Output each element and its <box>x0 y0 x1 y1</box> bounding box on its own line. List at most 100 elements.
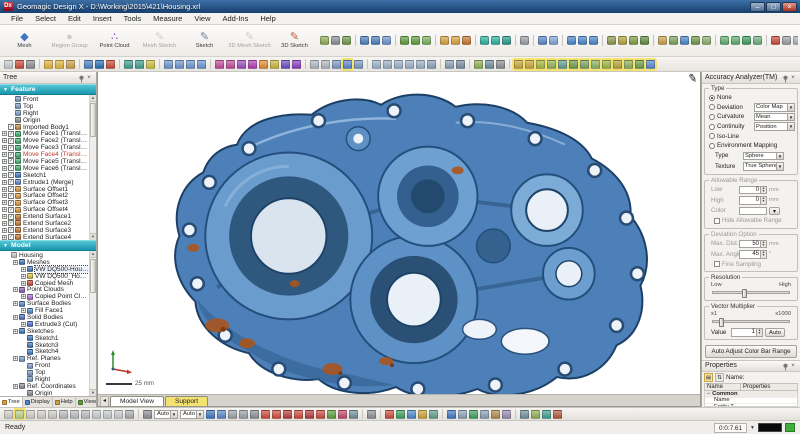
expand-icon[interactable] <box>2 193 7 199</box>
tool-icon[interactable] <box>474 59 483 69</box>
expand-icon[interactable] <box>2 179 7 185</box>
tool-icon[interactable] <box>26 409 35 419</box>
tool-icon[interactable] <box>321 59 330 69</box>
tool-icon[interactable] <box>92 409 101 419</box>
ribbon-big-button[interactable]: ✎ 3D Sketch <box>272 26 317 56</box>
tool-icon[interactable] <box>422 36 431 45</box>
tool-icon[interactable] <box>294 409 303 419</box>
ribbon-big-button[interactable]: ◆ Mesh <box>2 26 47 56</box>
radio-button[interactable] <box>709 123 715 130</box>
chevron-down-icon[interactable]: ▼ <box>196 410 203 418</box>
tool-icon[interactable] <box>383 59 392 69</box>
tool-icon[interactable] <box>607 36 616 45</box>
chevron-down-icon[interactable]: ▼ <box>750 425 755 431</box>
chevron-down-icon[interactable]: ▼ <box>787 104 794 111</box>
tool-icon[interactable] <box>283 409 292 419</box>
tool-icon[interactable] <box>405 59 414 69</box>
tool-icon[interactable] <box>367 59 368 69</box>
value-input[interactable]: 1 ▲ ▼ <box>731 328 763 337</box>
menu-item[interactable]: File <box>6 14 28 23</box>
panel-tab[interactable]: Viewp... <box>76 397 96 407</box>
tree-item[interactable]: Extend Surface4 <box>2 234 89 240</box>
tool-icon[interactable] <box>562 35 563 46</box>
tool-icon[interactable] <box>640 36 649 45</box>
tree-item[interactable]: Solid Bodies <box>2 314 89 321</box>
expand-icon[interactable] <box>2 214 7 220</box>
expand-icon[interactable] <box>21 273 26 279</box>
tool-icon[interactable] <box>520 36 529 45</box>
tool-icon[interactable] <box>469 59 470 69</box>
expand-icon[interactable] <box>2 200 7 206</box>
expand-icon[interactable] <box>21 266 26 272</box>
expand-icon[interactable] <box>13 259 18 265</box>
tool-icon[interactable] <box>349 409 358 419</box>
tool-icon[interactable] <box>578 36 587 45</box>
tool-icon[interactable] <box>394 59 403 69</box>
tool-icon[interactable] <box>95 59 104 69</box>
tool-icon[interactable] <box>135 59 144 69</box>
max-angle-input[interactable]: 45 ▲ ▼ <box>739 250 767 259</box>
radio-button[interactable] <box>709 142 715 149</box>
radio-button[interactable] <box>709 94 715 101</box>
sort-categorized-icon[interactable]: ▤ <box>704 372 713 382</box>
tree-item[interactable]: Copied Mesh <box>2 280 89 287</box>
tree-item[interactable]: Imported Body1 <box>2 124 89 131</box>
scrollbar[interactable]: ▲ ▼ <box>89 251 96 396</box>
tool-icon[interactable] <box>502 409 511 419</box>
tool-icon[interactable] <box>447 409 456 419</box>
housing-3d-model[interactable] <box>98 72 700 394</box>
tool-icon[interactable] <box>629 36 638 45</box>
resolution-slider[interactable] <box>712 289 790 299</box>
tree-item[interactable]: Top <box>2 103 89 110</box>
tree-item[interactable]: Sketch1 <box>2 172 89 179</box>
menu-item[interactable]: Edit <box>63 14 86 23</box>
tool-icon[interactable] <box>536 59 545 69</box>
tool-icon[interactable] <box>331 36 340 45</box>
tool-icon[interactable] <box>226 59 235 69</box>
radio-button[interactable] <box>709 104 715 111</box>
expand-icon[interactable] <box>21 308 26 314</box>
expand-icon[interactable] <box>2 227 7 233</box>
tool-icon[interactable] <box>343 59 352 69</box>
tool-icon[interactable] <box>624 59 633 69</box>
tool-icon[interactable] <box>427 59 436 69</box>
viewport-tab[interactable]: Model View <box>110 396 164 406</box>
tool-icon[interactable] <box>782 36 791 45</box>
item-checkbox[interactable] <box>8 186 14 193</box>
tool-icon[interactable] <box>502 36 511 45</box>
tool-icon[interactable] <box>538 36 547 45</box>
tool-icon[interactable] <box>469 409 478 419</box>
tool-icon[interactable] <box>766 35 767 46</box>
tree-item[interactable]: Right <box>2 376 89 383</box>
tool-icon[interactable] <box>248 59 257 69</box>
item-checkbox[interactable] <box>8 199 14 206</box>
high-input[interactable]: 0 ▲ ▼ <box>739 196 767 205</box>
tool-icon[interactable] <box>175 59 184 69</box>
property-row[interactable]: Entity T... <box>705 404 797 406</box>
tool-icon[interactable] <box>26 59 35 69</box>
tree-item[interactable]: Move Face1 (Translate) <box>2 130 89 137</box>
tree-item[interactable]: Sketch1 <box>2 335 89 342</box>
panel-tab[interactable]: Help <box>53 397 76 407</box>
tool-icon[interactable] <box>515 35 516 46</box>
tool-icon[interactable] <box>342 36 351 45</box>
tree-item[interactable]: Origin <box>2 390 89 396</box>
radio-row[interactable]: Environment Mapping ▼ <box>707 141 795 151</box>
tool-icon[interactable] <box>533 35 534 46</box>
auto-button[interactable]: Auto <box>765 328 785 337</box>
tool-icon[interactable] <box>525 59 534 69</box>
tool-icon[interactable] <box>250 409 259 419</box>
tool-icon[interactable] <box>618 36 627 45</box>
tree-item[interactable]: Point Clouds <box>2 286 89 293</box>
tool-icon[interactable] <box>217 409 226 419</box>
max-dist-input[interactable]: 50 ▲ ▼ <box>739 239 767 249</box>
background-color-swatch[interactable] <box>758 423 782 432</box>
tool-icon[interactable] <box>55 59 64 69</box>
tool-icon[interactable] <box>613 59 622 69</box>
tool-icon[interactable] <box>292 59 301 69</box>
tool-icon[interactable] <box>691 36 700 45</box>
tool-icon[interactable] <box>259 59 268 69</box>
tree-item[interactable]: Right <box>2 110 89 117</box>
tool-icon[interactable] <box>515 409 516 419</box>
auto-adjust-color-bar-button[interactable]: Auto Adjust Color Bar Range <box>705 344 797 358</box>
